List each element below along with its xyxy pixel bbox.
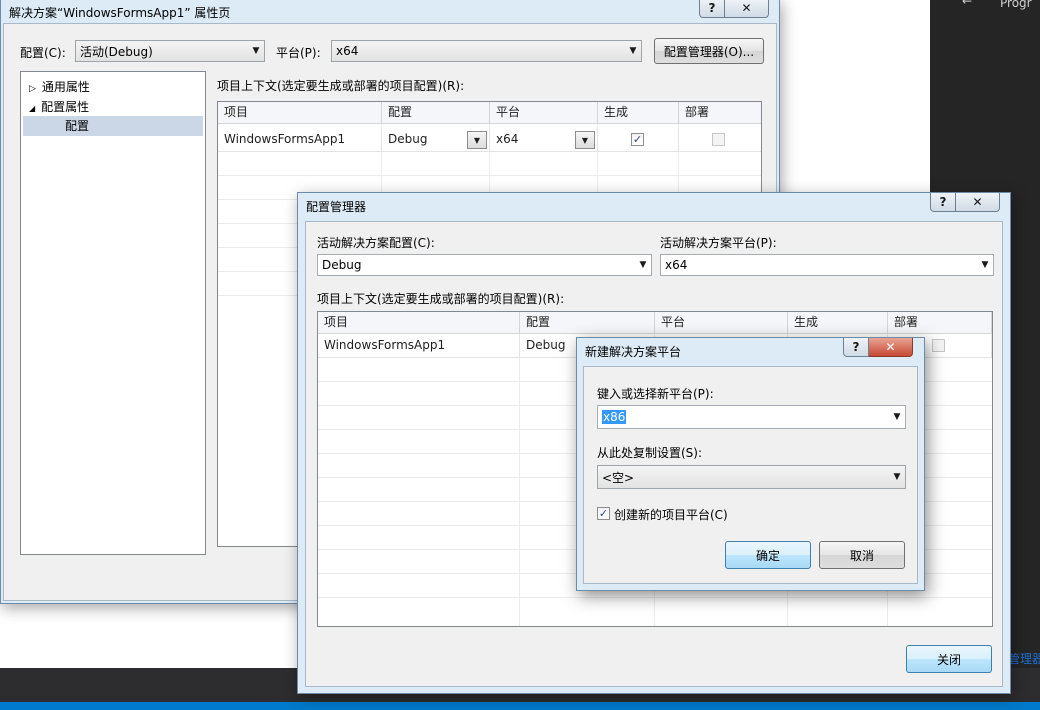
caption-buttons: ? ✕ [843, 338, 913, 357]
new-platform-label: 键入或选择新平台(P): [597, 387, 714, 401]
column-header-build[interactable]: 生成 [598, 102, 679, 124]
tree-item-label: 配置属性 [41, 100, 90, 114]
chevron-down-icon[interactable]: ▼ [889, 406, 905, 428]
chevron-down-icon[interactable]: ▼ [575, 131, 595, 149]
column-header-platform[interactable]: 平台 [655, 312, 788, 334]
close-button[interactable]: ✕ [725, 0, 769, 18]
grid-header: 项目 配置 平台 生成 部署 [318, 312, 992, 334]
project-context-label: 项目上下文(选定要生成或部署的项目配置)(R): [317, 292, 565, 306]
help-icon: ? [852, 340, 860, 354]
cell-platform[interactable]: x64 ▼ [490, 128, 598, 152]
help-button[interactable]: ? [699, 0, 725, 18]
chevron-down-icon: ▼ [981, 260, 989, 270]
copy-settings-dropdown[interactable]: <空> ▼ [597, 465, 906, 489]
collapse-icon[interactable]: ◢ [29, 104, 35, 113]
tree-item-configuration[interactable]: 配置 [23, 116, 203, 136]
tree-item-config-properties[interactable]: ◢ 配置属性 [29, 98, 89, 115]
cell-config[interactable]: Debug ▼ [382, 128, 490, 152]
close-icon: ✕ [741, 1, 752, 15]
column-header-project[interactable]: 项目 [218, 102, 382, 124]
solution-platform-value: x64 [665, 258, 688, 272]
chevron-down-icon: ▼ [893, 472, 901, 482]
chevron-down-icon: ▼ [629, 46, 637, 56]
help-button[interactable]: ? [843, 338, 869, 357]
caption-buttons: ? ✕ [699, 0, 769, 18]
project-context-label: 项目上下文(选定要生成或部署的项目配置)(R): [217, 79, 465, 93]
column-header-project[interactable]: 项目 [318, 312, 520, 334]
close-button[interactable]: ✕ [869, 338, 913, 357]
help-icon: ? [708, 1, 716, 15]
column-header-deploy[interactable]: 部署 [888, 312, 992, 334]
window-title: 配置管理器 [306, 200, 367, 214]
new-solution-platform-dialog: 新建解决方案平台 ? ✕ 键入或选择新平台(P): x86 ▼ 从此处复制设置(… [576, 337, 925, 591]
solution-config-dropdown[interactable]: Debug ▼ [317, 254, 652, 276]
build-checkbox[interactable]: ✓ [631, 133, 644, 146]
platform-dropdown[interactable]: x64 ▼ [331, 40, 642, 62]
create-project-platform-label[interactable]: 创建新的项目平台(C) [614, 506, 728, 523]
column-header-config[interactable]: 配置 [520, 312, 655, 334]
expand-icon[interactable]: ▷ [29, 84, 36, 94]
help-icon: ? [939, 195, 947, 209]
ok-button[interactable]: 确定 [725, 541, 811, 569]
cancel-button[interactable]: 取消 [819, 541, 905, 569]
solution-platform-label: 活动解决方案平台(P): [660, 236, 777, 250]
cell-platform-value: x64 [496, 132, 519, 146]
config-dropdown-value: 活动(Debug) [80, 44, 153, 59]
platform-dropdown-value: x64 [336, 44, 359, 58]
new-platform-input-value[interactable]: x86 [602, 410, 627, 424]
grid-header: 项目 配置 平台 生成 部署 [218, 102, 761, 124]
config-label: 配置(C): [20, 46, 66, 60]
close-button[interactable]: ✕ [956, 193, 1000, 212]
column-header-config[interactable]: 配置 [382, 102, 490, 124]
close-icon: ✕ [972, 195, 983, 209]
new-platform-combobox[interactable]: x86 ▼ [597, 405, 906, 429]
cell-deploy [679, 128, 761, 152]
solution-platform-dropdown[interactable]: x64 ▼ [660, 254, 994, 276]
solution-config-label: 活动解决方案配置(C): [317, 236, 435, 250]
chevron-down-icon[interactable]: ▼ [467, 131, 487, 149]
cell-config-value: Debug [526, 338, 566, 352]
solution-config-value: Debug [322, 258, 362, 272]
window-title: 解决方案“WindowsFormsApp1” 属性页 [9, 6, 231, 20]
chevron-down-icon: ▼ [639, 260, 647, 270]
table-row: WindowsFormsApp1 Debug ▼ x64 ▼ ✓ [218, 128, 761, 152]
cell-project-name: WindowsFormsApp1 [218, 128, 382, 152]
config-dropdown[interactable]: 活动(Debug) ▼ [75, 40, 265, 62]
chevron-down-icon: ▼ [252, 46, 260, 56]
tree-item-label: 通用属性 [41, 80, 90, 94]
create-project-platform-checkbox[interactable]: ✓ [597, 507, 610, 520]
back-arrow-icon: ← [962, 0, 973, 8]
ide-dark-panel-text: Progr [1000, 0, 1032, 10]
help-button[interactable]: ? [930, 193, 956, 212]
caption-buttons: ? ✕ [930, 193, 1000, 212]
deploy-checkbox [712, 133, 725, 146]
tree-item-common-properties[interactable]: ▷ 通用属性 [29, 78, 90, 95]
column-header-build[interactable]: 生成 [788, 312, 888, 334]
cell-config-value: Debug [388, 132, 428, 146]
copy-settings-value: <空> [602, 470, 635, 485]
window-client-area: 键入或选择新平台(P): x86 ▼ 从此处复制设置(S): <空> ▼ ✓ 创… [583, 366, 918, 584]
deploy-checkbox [932, 339, 945, 352]
close-dialog-button[interactable]: 关闭 [906, 645, 992, 673]
column-header-deploy[interactable]: 部署 [679, 102, 761, 124]
window-title: 新建解决方案平台 [585, 345, 682, 359]
column-header-platform[interactable]: 平台 [490, 102, 598, 124]
ide-status-bar [0, 702, 1040, 710]
property-tree: ▷ 通用属性 ◢ 配置属性 配置 [20, 71, 206, 555]
copy-settings-label: 从此处复制设置(S): [597, 446, 703, 460]
cell-project-name: WindowsFormsApp1 [318, 334, 520, 358]
config-manager-button[interactable]: 配置管理器(O)... [654, 38, 764, 64]
platform-label: 平台(P): [276, 46, 321, 60]
close-icon: ✕ [885, 340, 896, 354]
ide-manager-link[interactable]: 管理器 [1008, 650, 1040, 667]
tree-item-label: 配置 [65, 119, 90, 133]
cell-build: ✓ [598, 128, 679, 152]
